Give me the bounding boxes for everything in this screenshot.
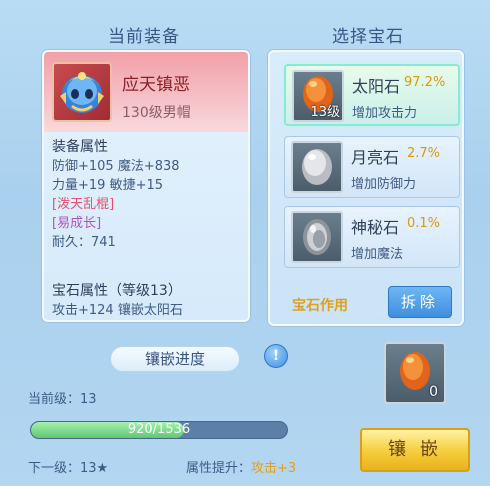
attribute-boost: 属性提升：攻击+3 [186,457,296,476]
gem-item-mystery[interactable]: 神秘石 0.1% 增加魔法 [284,206,460,268]
sun-stone-icon: 13级 [292,70,344,122]
gem-attr-line: 攻击+124 镶嵌太阳石 [52,303,183,318]
gem-item-moon[interactable]: 月亮石 2.7% 增加防御力 [284,136,460,198]
progress-text: 920/1536 [127,422,191,437]
attr-line: 力量+19 敏捷+15 [52,178,164,193]
selected-gem-slot[interactable]: 0 [384,342,446,404]
gem-attr-title: 宝石属性（等级13） [52,283,182,299]
gem-effect-link[interactable]: 宝石作用 [292,295,348,315]
remove-button[interactable]: 拆除 [388,286,452,318]
equipment-panel: 应天镇恶 130级男帽 装备属性 防御+105 魔法+838 力量+19 敏捷+… [42,50,250,322]
current-equipment-header: 当前装备 [108,27,180,47]
mystery-stone-icon [291,211,343,263]
equipment-header: 应天镇恶 130级男帽 [44,52,248,132]
gem-percent: 97.2% [404,75,446,90]
equipment-name: 应天镇恶 [122,75,190,95]
gem-attributes: 宝石属性（等级13） 攻击+124 镶嵌太阳石 [52,282,183,320]
gem-item-sun[interactable]: 13级 太阳石 97.2% 增加攻击力 [284,64,460,126]
inlay-progress-title: 镶嵌进度 [110,346,240,372]
inlay-button[interactable]: 镶嵌 [360,428,470,472]
attr-line: 防御+105 魔法+838 [52,159,180,174]
moon-stone-icon [291,141,343,193]
boost-value: 攻击+3 [251,461,297,476]
gem-name: 太阳石 [352,77,401,96]
gem-desc: 增加防御力 [351,177,417,192]
gem-desc: 增加魔法 [351,247,404,262]
attr-title: 装备属性 [52,139,108,155]
gem-percent: 0.1% [407,216,441,231]
equipment-subtitle: 130级男帽 [122,105,191,121]
durability: 耐久：741 [52,235,116,250]
special-skill: [泼天乱棍] [52,197,115,212]
progress-bar: 920/1536 [30,421,288,439]
info-icon[interactable]: ! [264,344,288,368]
gem-name: 神秘石 [351,218,400,237]
equipment-attributes: 装备属性 防御+105 魔法+838 力量+19 敏捷+15 [泼天乱棍] [易… [52,138,180,252]
gem-level: 13级 [310,105,340,120]
gem-desc: 增加攻击力 [352,106,418,121]
choose-gem-header: 选择宝石 [332,27,404,47]
boost-label: 属性提升： [186,461,252,476]
special-effect: [易成长] [52,216,102,231]
gem-select-panel: 13级 太阳石 97.2% 增加攻击力 月亮石 2.7% 增加防御力 神秘石 0… [268,50,464,326]
gem-name: 月亮石 [351,148,400,167]
next-level: 下一级：13★ [28,461,109,476]
gem-count: 0 [429,384,438,400]
helmet-icon[interactable] [52,62,112,122]
current-level: 当前级：13 [28,392,97,407]
gem-percent: 2.7% [407,146,441,161]
